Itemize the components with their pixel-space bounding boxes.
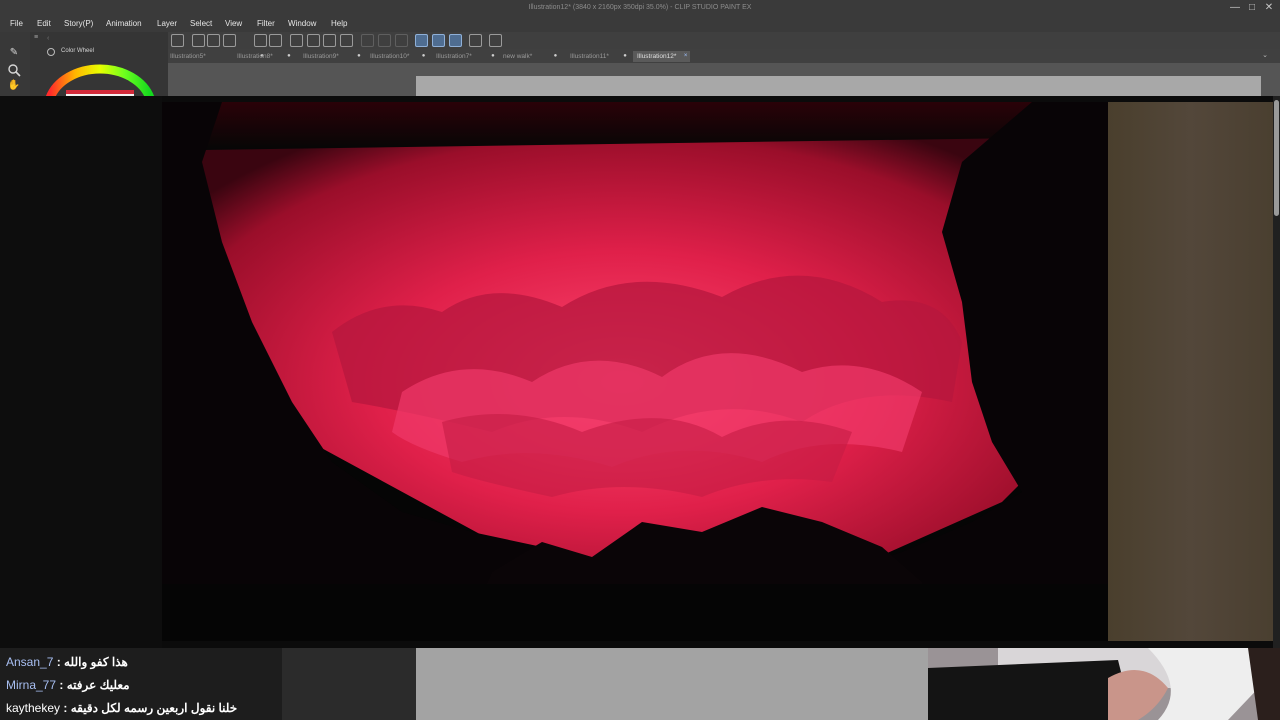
select-all-icon[interactable] [290, 34, 303, 47]
chat-message: Ansan_7 : هذا كفو والله [6, 652, 128, 672]
tab-label: Illustration5* [170, 53, 206, 60]
chat-text: هذا كفو والله [64, 655, 128, 669]
redo-icon[interactable] [269, 34, 282, 47]
tool-strip: ✎ ✋ [0, 32, 30, 96]
close-button[interactable]: ✕ [1262, 2, 1276, 14]
tab-modified-dot: ● [491, 53, 495, 59]
tab-modified-dot: ● [357, 53, 361, 59]
color-wheel-panel: ≡ ‹ Color Wheel [30, 32, 168, 100]
chat-message: Mirna_77 : معليك عرفته [6, 675, 130, 695]
tab-label: Illustration10* [370, 53, 410, 60]
tab-label: new walk* [503, 53, 533, 60]
chat-separator: : [56, 678, 67, 692]
tab-illustration10[interactable]: Illustration10* ● [370, 51, 425, 62]
tab-illustration8[interactable]: Illustration8* ● [237, 51, 291, 62]
menu-help[interactable]: Help [331, 19, 347, 28]
open-folder-icon[interactable] [207, 34, 220, 47]
menu-bar: File Edit Story(P) Animation Layer Selec… [0, 16, 1280, 32]
canvas-paper-edge-bottom [416, 648, 928, 720]
zoom-icon[interactable] [7, 63, 21, 77]
chat-overlay: Ansan_7 : هذا كفو والله Mirna_77 : معليك… [0, 648, 282, 720]
tab-label: Illustration12* [637, 53, 677, 60]
chat-username: Ansan_7 [6, 655, 54, 669]
restore-button[interactable]: □ [1245, 2, 1259, 14]
tab-modified-dot: ● [287, 53, 291, 59]
vertical-scrollbar[interactable] [1273, 96, 1280, 648]
artwork-canvas[interactable] [162, 102, 1108, 641]
chat-text: خلنا نقول اربعين رسمه لكل دقيقه [70, 701, 238, 715]
companion-mode-icon[interactable] [489, 34, 502, 47]
tab-label: Illustration11* [570, 53, 609, 60]
command-bar [168, 32, 1280, 49]
color-wheel-label: Color Wheel [61, 48, 95, 54]
fill-icon[interactable] [323, 34, 336, 47]
color-wheel-tab-icon [47, 48, 55, 56]
menu-filter[interactable]: Filter [257, 19, 275, 28]
menu-layer[interactable]: Layer [157, 19, 177, 28]
window-title: Illustration12* (3840 x 2160px 350dpi 35… [528, 4, 752, 11]
menu-animation[interactable]: Animation [106, 19, 142, 28]
clip-studio-icon[interactable] [171, 34, 184, 47]
right-side-panel [1108, 102, 1273, 641]
tab-illustration5[interactable]: Illustration5* ● [170, 51, 264, 62]
tab-new-walk[interactable]: new walk* ● [503, 51, 557, 62]
tab-illustration7[interactable]: Illustration7* ● [436, 51, 495, 62]
chat-text: معليك عرفته [66, 678, 130, 692]
undo-icon[interactable] [254, 34, 267, 47]
panel-back-icon[interactable]: ‹ [47, 35, 49, 42]
grid-snap-icon[interactable] [449, 34, 462, 47]
tab-close-icon[interactable]: × [684, 51, 688, 62]
minimize-button[interactable]: — [1228, 2, 1242, 14]
document-tab-bar: Illustration5* ● Illustration8* ● Illustra… [168, 49, 1280, 63]
menu-view[interactable]: View [225, 19, 242, 28]
chat-username: kaythekey [6, 701, 61, 715]
color-wheel[interactable] [44, 60, 156, 100]
canvas-paper-edge [416, 76, 1261, 96]
transform-icon[interactable] [361, 34, 374, 47]
chat-separator: : [53, 655, 65, 669]
tab-illustration9[interactable]: Illustration9* ● [303, 51, 361, 62]
hand-icon[interactable]: ✋ [7, 79, 21, 93]
canvas-area-top [168, 63, 1280, 96]
clear-icon[interactable] [378, 34, 391, 47]
tab-illustration11[interactable]: Illustration11* ● [570, 51, 627, 62]
tab-modified-dot: ● [421, 53, 426, 59]
webcam-feed [928, 648, 1280, 720]
tab-label: Illustration8* [237, 53, 273, 60]
pen-icon[interactable]: ✎ [7, 46, 21, 60]
chat-message: kaythekey : خلنا نقول اربعين رسمه لكل دق… [6, 698, 237, 718]
device-icon[interactable] [469, 34, 482, 47]
chat-username: Mirna_77 [6, 678, 57, 692]
forest-painting [162, 102, 1108, 641]
deselect-icon[interactable] [307, 34, 320, 47]
menu-story[interactable]: Story(P) [64, 19, 93, 28]
tab-overflow-icon[interactable]: ⌄ [1262, 51, 1268, 59]
tab-modified-dot: ● [623, 53, 627, 59]
menu-file[interactable]: File [10, 19, 23, 28]
tab-illustration12[interactable]: Illustration12* × [633, 51, 691, 62]
webcam-overlay [928, 648, 1280, 720]
special-ruler-snap-icon[interactable] [432, 34, 445, 47]
panel-menu-icon[interactable]: ≡ [34, 34, 38, 41]
save-icon[interactable] [223, 34, 236, 47]
title-bar: Illustration12* (3840 x 2160px 350dpi 35… [0, 0, 1280, 16]
tab-modified-dot: ● [553, 53, 558, 59]
crop-icon[interactable] [340, 34, 353, 47]
tab-label: Illustration7* [436, 53, 472, 60]
tab-label: Illustration9* [303, 53, 339, 60]
menu-edit[interactable]: Edit [37, 19, 51, 28]
chat-separator: : [60, 701, 71, 715]
new-file-icon[interactable] [192, 34, 205, 47]
ruler-snap-icon[interactable] [415, 34, 428, 47]
scrollbar-thumb[interactable] [1274, 100, 1279, 216]
fill-selection-icon[interactable] [395, 34, 408, 47]
left-dark-panel [0, 96, 162, 648]
stream-artwork-overlay [0, 96, 1280, 648]
menu-window[interactable]: Window [288, 19, 316, 28]
menu-select[interactable]: Select [190, 19, 212, 28]
